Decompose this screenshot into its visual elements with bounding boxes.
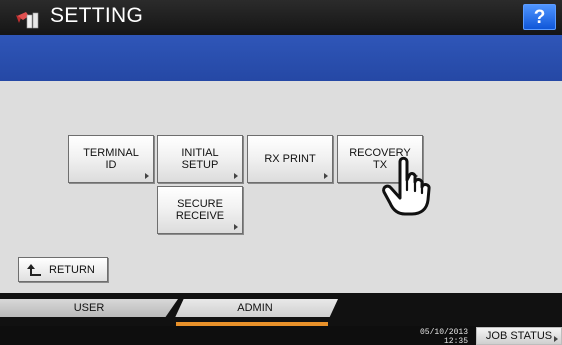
submenu-arrow-icon [234, 224, 238, 230]
terminal-id-button[interactable]: TERMINAL ID [68, 135, 154, 183]
terminal-id-label: TERMINAL ID [83, 147, 139, 171]
initial-setup-button[interactable]: INITIAL SETUP [157, 135, 243, 183]
help-button[interactable]: ? [523, 4, 556, 30]
date-time: 05/10/2013 12:35 [410, 328, 468, 345]
title-bar: SETTING ? [0, 0, 562, 35]
page-title: SETTING [50, 4, 144, 27]
message-bar [0, 35, 562, 81]
submenu-arrow-icon [554, 336, 558, 342]
setting-screen: SETTING ? TERMINAL ID INITIAL SETUP RX P… [0, 0, 562, 345]
submenu-arrow-icon [324, 173, 328, 179]
return-button[interactable]: RETURN [18, 257, 108, 282]
tab-user[interactable]: USER [0, 299, 178, 317]
secure-receive-label: SECURE RECEIVE [175, 198, 225, 222]
hand-pointer-icon [382, 156, 431, 216]
tab-admin[interactable]: ADMIN [175, 299, 338, 317]
submenu-arrow-icon [234, 173, 238, 179]
job-status-label: JOB STATUS [485, 330, 553, 342]
rx-print-button[interactable]: RX PRINT [247, 135, 333, 183]
initial-setup-label: INITIAL SETUP [181, 147, 219, 171]
settings-wrench-icon [16, 12, 39, 29]
job-status-button[interactable]: JOB STATUS [476, 327, 562, 345]
date-text: 05/10/2013 [419, 328, 468, 337]
return-label: RETURN [49, 264, 95, 276]
rx-print-label: RX PRINT [264, 153, 316, 165]
return-arrow-icon [27, 264, 41, 276]
time-text: 12:35 [443, 337, 468, 345]
submenu-arrow-icon [145, 173, 149, 179]
secure-receive-button[interactable]: SECURE RECEIVE [157, 186, 243, 234]
